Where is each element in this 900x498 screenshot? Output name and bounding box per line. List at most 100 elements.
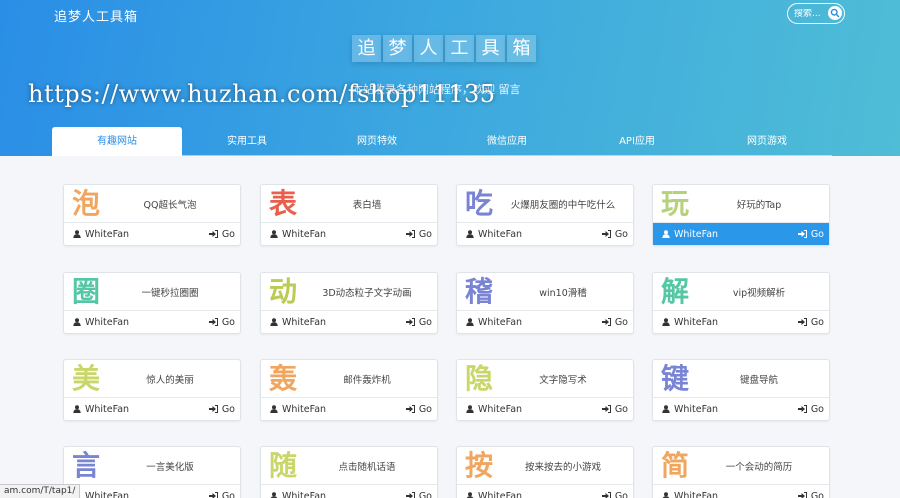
- go-button[interactable]: Go: [601, 490, 628, 498]
- sign-in-icon: [601, 230, 611, 238]
- title-char: 工: [445, 35, 474, 62]
- site-card[interactable]: 玩 好玩的Tap WhiteFan Go: [652, 184, 830, 246]
- go-label: Go: [221, 316, 235, 328]
- card-icon-char: 表: [268, 186, 297, 220]
- go-button[interactable]: Go: [208, 490, 235, 498]
- card-header: 玩 好玩的Tap: [653, 185, 829, 223]
- author-name: WhiteFan: [282, 490, 327, 498]
- card-header: 隐 文字隐写术: [457, 360, 633, 398]
- site-card[interactable]: 言 一言美化版 WhiteFan Go: [63, 446, 241, 498]
- title-char: 人: [414, 35, 443, 62]
- card-icon-char: 稽: [464, 274, 493, 308]
- go-button[interactable]: Go: [797, 404, 824, 415]
- card-icon-char: 动: [268, 274, 297, 308]
- search-icon[interactable]: [828, 6, 842, 20]
- card-header: 言 一言美化版: [64, 447, 240, 485]
- card-icon-char: 美: [71, 361, 100, 395]
- go-button[interactable]: Go: [208, 404, 235, 415]
- site-brand[interactable]: 追梦人工具箱: [54, 6, 138, 25]
- hero-banner: 追梦人工具箱 追 梦 人 工 具 箱 本站收录各种网站程序，欢迎 留言 http…: [0, 0, 900, 156]
- site-card[interactable]: 随 点击随机话语 WhiteFan Go: [260, 446, 438, 498]
- card-icon-char: 吃: [464, 186, 493, 220]
- card-footer: WhiteFan Go: [457, 311, 633, 333]
- user-icon: [662, 318, 670, 326]
- go-label: Go: [418, 316, 432, 328]
- author-name: WhiteFan: [85, 490, 130, 498]
- card-footer: WhiteFan Go: [653, 398, 829, 420]
- card-author: WhiteFan: [73, 404, 129, 415]
- card-icon-char: 键: [660, 361, 689, 395]
- go-label: Go: [221, 490, 235, 498]
- card-header: 轰 邮件轰炸机: [261, 360, 437, 398]
- card-title: 惊人的美丽: [146, 374, 194, 386]
- site-card[interactable]: 轰 邮件轰炸机 WhiteFan Go: [260, 359, 438, 421]
- card-header: 键 键盘导航: [653, 360, 829, 398]
- card-author: WhiteFan: [662, 229, 718, 240]
- go-button[interactable]: Go: [405, 229, 432, 240]
- user-icon: [466, 492, 474, 498]
- tab-utilities[interactable]: 实用工具: [182, 127, 312, 156]
- site-card[interactable]: 稽 win10滑稽 WhiteFan Go: [456, 272, 634, 334]
- go-button[interactable]: Go: [601, 404, 628, 415]
- go-button[interactable]: Go: [601, 317, 628, 328]
- go-button[interactable]: Go: [601, 229, 628, 240]
- card-header: 泡 QQ超长气泡: [64, 185, 240, 223]
- card-header: 吃 火爆朋友圈的中午吃什么: [457, 185, 633, 223]
- sign-in-icon: [797, 492, 807, 498]
- search-input[interactable]: [794, 8, 830, 19]
- card-icon-char: 玩: [660, 186, 689, 220]
- card-header: 简 一个会动的简历: [653, 447, 829, 485]
- card-footer: WhiteFan Go: [64, 311, 240, 333]
- go-button[interactable]: Go: [405, 403, 432, 415]
- search-box[interactable]: [787, 3, 845, 24]
- sign-in-icon: [601, 405, 611, 413]
- go-button[interactable]: Go: [208, 316, 235, 328]
- tab-web-effects[interactable]: 网页特效: [312, 127, 442, 156]
- card-footer: WhiteFan Go: [64, 398, 240, 420]
- card-author: WhiteFan: [270, 404, 326, 415]
- card-author: WhiteFan: [466, 317, 522, 328]
- go-button[interactable]: Go: [405, 490, 432, 498]
- go-label: Go: [418, 403, 432, 415]
- go-button[interactable]: Go: [208, 229, 235, 240]
- sign-in-icon: [601, 318, 611, 326]
- author-name: WhiteFan: [282, 228, 327, 240]
- tab-api-apps[interactable]: API应用: [572, 127, 702, 156]
- card-footer: WhiteFan Go: [261, 311, 437, 333]
- card-author: WhiteFan: [270, 491, 326, 498]
- card-author: WhiteFan: [270, 229, 326, 240]
- site-card[interactable]: 简 一个会动的简历 WhiteFan Go: [652, 446, 830, 498]
- tab-web-games[interactable]: 网页游戏: [702, 127, 832, 156]
- site-card[interactable]: 解 vip视频解析 WhiteFan Go: [652, 272, 830, 334]
- site-card[interactable]: 美 惊人的美丽 WhiteFan Go: [63, 359, 241, 421]
- site-card[interactable]: 圈 一键秒拉圈圈 WhiteFan Go: [63, 272, 241, 334]
- card-author: WhiteFan: [662, 491, 718, 498]
- site-card[interactable]: 吃 火爆朋友圈的中午吃什么 WhiteFan Go: [456, 184, 634, 246]
- site-card[interactable]: 泡 QQ超长气泡 WhiteFan Go: [63, 184, 241, 246]
- card-author: WhiteFan: [662, 404, 718, 415]
- site-card[interactable]: 键 键盘导航 WhiteFan Go: [652, 359, 830, 421]
- author-name: WhiteFan: [478, 316, 523, 328]
- go-button[interactable]: Go: [797, 317, 824, 328]
- site-card[interactable]: 动 3D动态粒子文字动画 WhiteFan Go: [260, 272, 438, 334]
- card-author: WhiteFan: [270, 317, 326, 328]
- go-button[interactable]: Go: [797, 229, 824, 240]
- user-icon: [73, 230, 81, 238]
- go-button[interactable]: Go: [405, 316, 432, 328]
- site-card[interactable]: 表 表白墙 WhiteFan Go: [260, 184, 438, 246]
- card-title: 一个会动的简历: [725, 461, 793, 473]
- tab-fun-sites[interactable]: 有趣网站: [52, 127, 182, 156]
- go-button[interactable]: Go: [797, 491, 824, 498]
- card-title: 文字隐写术: [539, 374, 587, 386]
- user-icon: [270, 230, 278, 238]
- card-author: WhiteFan: [466, 491, 522, 498]
- user-icon: [73, 318, 81, 326]
- site-card[interactable]: 按 按来按去的小游戏 WhiteFan Go: [456, 446, 634, 498]
- user-icon: [662, 492, 670, 498]
- card-footer: WhiteFan Go: [261, 398, 437, 420]
- go-label: Go: [614, 490, 628, 498]
- card-author: WhiteFan: [73, 317, 129, 328]
- go-label: Go: [418, 490, 432, 498]
- tab-wechat-apps[interactable]: 微信应用: [442, 127, 572, 156]
- site-card[interactable]: 隐 文字隐写术 WhiteFan Go: [456, 359, 634, 421]
